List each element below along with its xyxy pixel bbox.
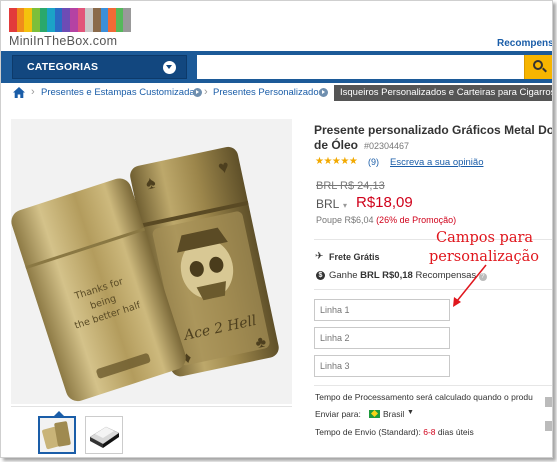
rewards-prefix: Ganhe xyxy=(329,270,358,281)
annotation-arrow-icon xyxy=(453,264,487,307)
search-input[interactable] xyxy=(197,55,524,79)
rating-stars: ★★★★★ xyxy=(315,156,358,167)
annotation-text: Campos para personalização xyxy=(429,229,552,267)
home-icon[interactable] xyxy=(13,87,25,98)
logo-stripe xyxy=(115,8,124,32)
site-logo-text[interactable]: MiniInTheBox.com xyxy=(9,34,117,48)
logo-stripe xyxy=(70,8,78,32)
rewards-link[interactable]: Recompensa xyxy=(497,38,552,49)
thumbnail-1[interactable] xyxy=(38,416,76,454)
site-logo[interactable] xyxy=(9,8,131,32)
original-price: BRL R$ 24,13 xyxy=(316,180,385,192)
sale-price: R$18,09 xyxy=(356,194,413,211)
product-title: Presente personalizado Gráficos Metal Do xyxy=(314,123,553,137)
annotation-line-1: Campos para xyxy=(436,230,534,246)
free-shipping-label: Frete Grátis xyxy=(329,252,380,262)
breadcrumb: › Presentes e Estampas Customizadas › Pr… xyxy=(1,85,552,101)
product-sku: #02304467 xyxy=(364,141,410,151)
breadcrumb-item-personalized-gifts[interactable]: Presentes Personalizados xyxy=(213,87,323,98)
delivery-label: Tempo de Envio (Standard): xyxy=(315,427,421,437)
breadcrumb-current: Isqueiros Personalizados e Carteiras par… xyxy=(334,85,552,101)
search-button[interactable] xyxy=(524,55,552,79)
image-divider xyxy=(11,406,292,407)
coin-icon: $ xyxy=(316,271,325,280)
processing-time-text: Tempo de Processamento será calculado qu… xyxy=(315,392,533,402)
brazil-flag-icon xyxy=(369,410,380,418)
write-review-link[interactable]: Escreva a sua opinião xyxy=(390,157,483,168)
breadcrumb-separator-icon: › xyxy=(204,86,208,98)
savings-text: Poupe R$6,04 (26% de Promoção) xyxy=(316,215,456,225)
logo-stripe xyxy=(92,8,101,32)
airplane-icon: ✈ xyxy=(315,251,324,262)
delivery-time-text: Tempo de Envio (Standard): 6-8 dias útei… xyxy=(315,427,474,437)
delivery-unit: dias úteis xyxy=(437,427,474,437)
thumbnail-2[interactable] xyxy=(85,416,123,454)
categories-button[interactable]: CATEGORIAS xyxy=(12,55,187,79)
breadcrumb-dropdown-icon[interactable] xyxy=(319,88,328,97)
personalization-line-3[interactable] xyxy=(314,355,450,377)
promotion-percent: (26% de Promoção) xyxy=(376,215,457,225)
breadcrumb-item-gifts[interactable]: Presentes e Estampas Customizadas xyxy=(41,87,199,98)
breadcrumb-separator-icon: › xyxy=(31,86,35,98)
product-main-image[interactable]: Ace 2 Hell ♠ ♥ ♦ ♣ Thanks for being the … xyxy=(11,119,292,404)
logo-stripe xyxy=(62,8,70,32)
personalization-line-2[interactable] xyxy=(314,327,450,349)
ship-to-country[interactable]: Brasil xyxy=(383,409,404,419)
chevron-down-icon[interactable]: ▾ xyxy=(343,201,347,210)
thumbnail-gift-box-image xyxy=(86,417,122,453)
savings-amount: Poupe R$6,04 xyxy=(316,215,374,225)
logo-stripe xyxy=(9,8,17,32)
logo-stripe xyxy=(16,8,25,32)
thumbnail-lighters-image xyxy=(40,418,74,452)
logo-stripe xyxy=(108,8,116,32)
logo-stripe xyxy=(100,8,109,32)
side-tab[interactable] xyxy=(545,421,552,431)
categories-label: CATEGORIAS xyxy=(27,61,99,73)
side-tab[interactable] xyxy=(545,397,552,407)
currency-selector[interactable]: BRL xyxy=(316,197,339,211)
page-frame: MiniInTheBox.com Recompensa CATEGORIAS ›… xyxy=(0,0,553,458)
logo-stripe xyxy=(47,8,55,32)
logo-stripe xyxy=(123,8,131,32)
logo-stripe xyxy=(54,8,63,32)
product-title-line-2: de Óleo xyxy=(314,138,359,152)
logo-stripe xyxy=(24,8,32,32)
chevron-down-icon xyxy=(163,61,176,74)
zippo-lighters-image: Ace 2 Hell ♠ ♥ ♦ ♣ Thanks for being the … xyxy=(11,119,292,404)
review-count[interactable]: (9) xyxy=(368,157,379,167)
logo-stripe xyxy=(39,8,48,32)
logo-stripe xyxy=(77,8,86,32)
divider xyxy=(314,289,552,290)
breadcrumb-dropdown-icon[interactable] xyxy=(193,88,202,97)
ship-to-label: Enviar para: xyxy=(315,409,361,419)
divider xyxy=(314,385,552,386)
logo-stripe xyxy=(31,8,40,32)
delivery-days: 6-8 xyxy=(423,427,436,437)
caret-down-icon[interactable]: ▼ xyxy=(407,409,414,416)
rewards-amount: BRL R$0,18 xyxy=(360,270,413,281)
personalization-line-1[interactable] xyxy=(314,299,450,321)
logo-stripe xyxy=(85,8,93,32)
